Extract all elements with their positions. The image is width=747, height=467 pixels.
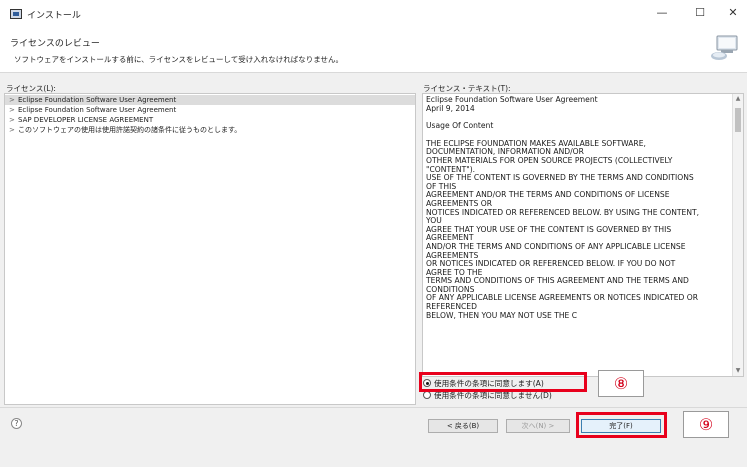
install-wizard-icon: [711, 35, 738, 60]
back-button[interactable]: < 戻る(B): [428, 419, 498, 433]
finish-highlight-box: [576, 412, 667, 438]
license-item[interactable]: > SAP DEVELOPER LICENSE AGREEMENT: [5, 115, 415, 125]
license-item-label: このソフトウェアの使用は使用許諾契約の諸条件に従うものとします。: [18, 126, 242, 134]
maximize-button[interactable]: ☐: [688, 5, 712, 21]
license-text-scrollbar[interactable]: ▲ ▼: [732, 94, 743, 376]
chevron-right-icon[interactable]: >: [9, 125, 15, 135]
chevron-right-icon[interactable]: >: [9, 115, 15, 125]
wizard-header: ライセンスのレビュー ソフトウェアをインストールする前に、ライセンスをレビューし…: [0, 28, 747, 72]
license-item-label: SAP DEVELOPER LICENSE AGREEMENT: [18, 116, 154, 124]
help-icon[interactable]: ?: [11, 418, 22, 429]
accept-highlight-box: [419, 372, 587, 392]
window-title: インストール: [27, 11, 81, 21]
step-8-marker: ⑧: [598, 370, 644, 397]
license-item[interactable]: > このソフトウェアの使用は使用許諾契約の諸条件に従うものとします。: [5, 125, 415, 135]
license-item-label: Eclipse Foundation Software User Agreeme…: [18, 106, 177, 114]
decline-radio[interactable]: [423, 391, 431, 399]
license-item[interactable]: > Eclipse Foundation Software User Agree…: [5, 95, 415, 105]
chevron-right-icon[interactable]: >: [9, 95, 15, 105]
license-text-line: USE OF THE CONTENT IS GOVERNED BY THE TE…: [426, 173, 694, 183]
close-button[interactable]: ✕: [721, 5, 745, 21]
scroll-down-icon[interactable]: ▼: [733, 366, 743, 376]
page-description: ソフトウェアをインストールする前に、ライセンスをレビューして受け入れなければなり…: [14, 55, 344, 64]
license-item-label: Eclipse Foundation Software User Agreeme…: [18, 96, 177, 104]
scroll-up-icon[interactable]: ▲: [733, 94, 743, 104]
license-text-content: Eclipse Foundation Software User Agreeme…: [426, 95, 729, 320]
license-item[interactable]: > Eclipse Foundation Software User Agree…: [5, 105, 415, 115]
scroll-thumb[interactable]: [735, 108, 741, 132]
step-9-marker: ⑨: [683, 411, 729, 438]
license-text-line: NOTICES INDICATED OR REFERENCED BELOW. B…: [426, 207, 700, 217]
license-text-area[interactable]: Eclipse Foundation Software User Agreeme…: [422, 93, 744, 377]
license-list[interactable]: > Eclipse Foundation Software User Agree…: [4, 93, 416, 405]
license-text-line: BELOW, THEN YOU MAY NOT USE THE C: [426, 310, 578, 320]
page-title: ライセンスのレビュー: [10, 39, 100, 49]
app-icon: [10, 9, 22, 19]
title-bar: インストール — ☐ ✕: [0, 0, 747, 28]
next-button[interactable]: 次へ(N) >: [506, 419, 570, 433]
minimize-button[interactable]: —: [650, 5, 674, 21]
license-text-line: Usage Of Content: [426, 121, 494, 131]
chevron-right-icon[interactable]: >: [9, 105, 15, 115]
license-text-line: April 9, 2014: [426, 103, 475, 113]
